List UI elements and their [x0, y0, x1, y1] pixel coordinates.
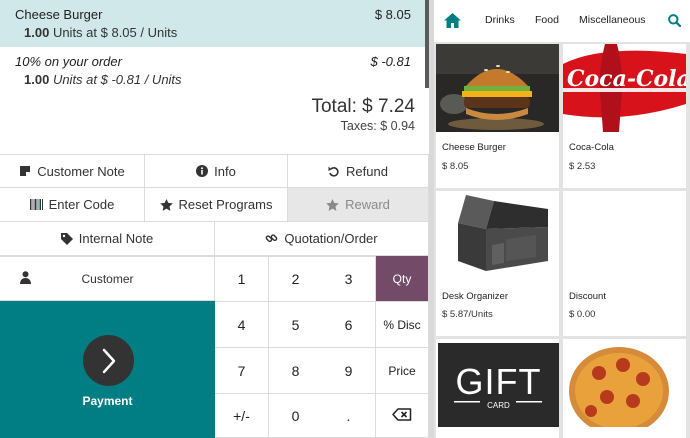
reset-programs-label: Reset Programs: [178, 197, 273, 212]
barcode-icon: [29, 199, 43, 210]
info-icon: [196, 165, 209, 177]
customer-label: Customer: [81, 272, 134, 286]
category-food[interactable]: Food: [535, 14, 559, 26]
customer-note-label: Customer Note: [37, 163, 125, 179]
order-panel: Cheese Burger $ 8.05 1.00 Units at $ 8.0…: [0, 0, 429, 438]
info-label: Info: [214, 163, 236, 179]
payment-label: Payment: [82, 394, 133, 408]
numpad-key-3[interactable]: 3: [322, 256, 376, 302]
enter-code-label: Enter Code: [48, 197, 115, 212]
enter-code-button[interactable]: Enter Code: [0, 188, 145, 222]
product-card-pizza[interactable]: [563, 339, 686, 438]
customer-button[interactable]: Customer: [0, 256, 215, 301]
numpad-key-4[interactable]: 4: [215, 302, 269, 348]
order-line-qty: 1.00: [24, 72, 50, 87]
undo-icon: [328, 165, 340, 177]
pizza-image: [563, 339, 686, 427]
refund-label: Refund: [346, 163, 388, 179]
quotation-order-button[interactable]: Quotation/Order: [215, 222, 429, 256]
note-icon: [19, 165, 31, 177]
order-line-name: Cheese Burger: [15, 7, 103, 22]
numpad-key-5[interactable]: 5: [269, 302, 323, 348]
product-name: Discount: [569, 291, 606, 302]
numpad-key-6[interactable]: 6: [322, 302, 376, 348]
category-miscellaneous[interactable]: Miscellaneous: [579, 14, 646, 26]
order-line-unit-text: Units at $ 8.05 / Units: [52, 25, 178, 40]
customer-note-button[interactable]: Customer Note: [0, 154, 145, 188]
home-icon[interactable]: [443, 12, 462, 34]
quotation-order-label: Quotation/Order: [284, 231, 378, 246]
product-card-coca-cola[interactable]: Coca-Cola Coca-Cola $ 2.53: [563, 44, 686, 188]
numpad-key-decimal[interactable]: .: [322, 394, 376, 438]
backspace-button[interactable]: [376, 394, 429, 438]
tag-icon: [60, 232, 73, 245]
order-line-detail: 1.00 Units at $ 8.05 / Units: [24, 25, 177, 40]
order-taxes: Taxes: $ 0.94: [340, 119, 415, 133]
numpad-key-9[interactable]: 9: [322, 348, 376, 394]
order-line-unit-text: Units at $ -0.81 / Units: [52, 72, 182, 87]
product-price: $ 8.05: [442, 161, 469, 172]
order-line-price: $ 8.05: [374, 7, 411, 22]
order-line-selected[interactable]: Cheese Burger $ 8.05 1.00 Units at $ 8.0…: [0, 0, 425, 47]
star-icon: [326, 198, 339, 211]
qty-mode-button[interactable]: Qty: [376, 256, 429, 302]
coca-cola-logo-text: Coca-Cola: [567, 66, 686, 92]
order-total: Total: $ 7.24: [311, 96, 415, 117]
link-icon: [265, 232, 278, 245]
product-card-discount[interactable]: Discount $ 0.00: [563, 191, 686, 336]
numpad-key-2[interactable]: 2: [269, 256, 323, 302]
numpad-key-sign[interactable]: +/-: [215, 394, 269, 438]
order-line-name: 10% on your order: [15, 54, 122, 69]
gift-card-image-subtext: CARD: [487, 401, 510, 410]
category-bar: Drinks Food Miscellaneous: [434, 0, 690, 42]
order-line-detail: 1.00 Units at $ -0.81 / Units: [24, 72, 182, 87]
star-icon: [159, 198, 173, 211]
numpad-key-8[interactable]: 8: [269, 348, 323, 394]
desk-organizer-image: [436, 191, 559, 279]
product-card-gift-card[interactable]: GIFT CARD: [436, 339, 559, 438]
product-panel: Drinks Food Miscellaneous Cheese Burger …: [434, 0, 690, 438]
internal-note-button[interactable]: Internal Note: [0, 222, 215, 256]
reward-button[interactable]: Reward: [288, 188, 429, 222]
pos-screen: Cheese Burger $ 8.05 1.00 Units at $ 8.0…: [0, 0, 690, 438]
backspace-icon: [392, 407, 412, 424]
chevron-right-icon: [83, 335, 134, 386]
product-card-desk-organizer[interactable]: Desk Organizer $ 5.87/Units: [436, 191, 559, 336]
payment-button[interactable]: Payment: [0, 301, 215, 438]
info-button[interactable]: Info: [145, 154, 288, 188]
product-name: Desk Organizer: [442, 291, 508, 302]
category-drinks[interactable]: Drinks: [485, 14, 515, 26]
reward-label: Reward: [345, 197, 390, 212]
price-mode-button[interactable]: Price: [376, 348, 429, 394]
cheese-burger-image: [436, 44, 559, 132]
reset-programs-button[interactable]: Reset Programs: [145, 188, 288, 222]
order-line[interactable]: 10% on your order $ -0.81 1.00 Units at …: [0, 47, 425, 91]
numpad-key-7[interactable]: 7: [215, 348, 269, 394]
refund-button[interactable]: Refund: [288, 154, 429, 188]
product-price: $ 2.53: [569, 161, 596, 172]
product-name: Cheese Burger: [442, 142, 506, 153]
product-price: $ 0.00: [569, 309, 596, 320]
search-icon[interactable]: [668, 14, 682, 32]
discount-mode-button[interactable]: % Disc: [376, 302, 429, 348]
numpad-key-1[interactable]: 1: [215, 256, 269, 302]
product-name: Coca-Cola: [569, 142, 614, 153]
order-line-price: $ -0.81: [370, 54, 411, 69]
product-card-cheese-burger[interactable]: Cheese Burger $ 8.05: [436, 44, 559, 188]
internal-note-label: Internal Note: [78, 231, 154, 246]
order-line-qty: 1.00: [24, 25, 50, 40]
gift-card-image-text: GIFT: [455, 361, 542, 402]
product-price: $ 5.87/Units: [442, 309, 493, 320]
numpad-key-0[interactable]: 0: [269, 394, 323, 438]
